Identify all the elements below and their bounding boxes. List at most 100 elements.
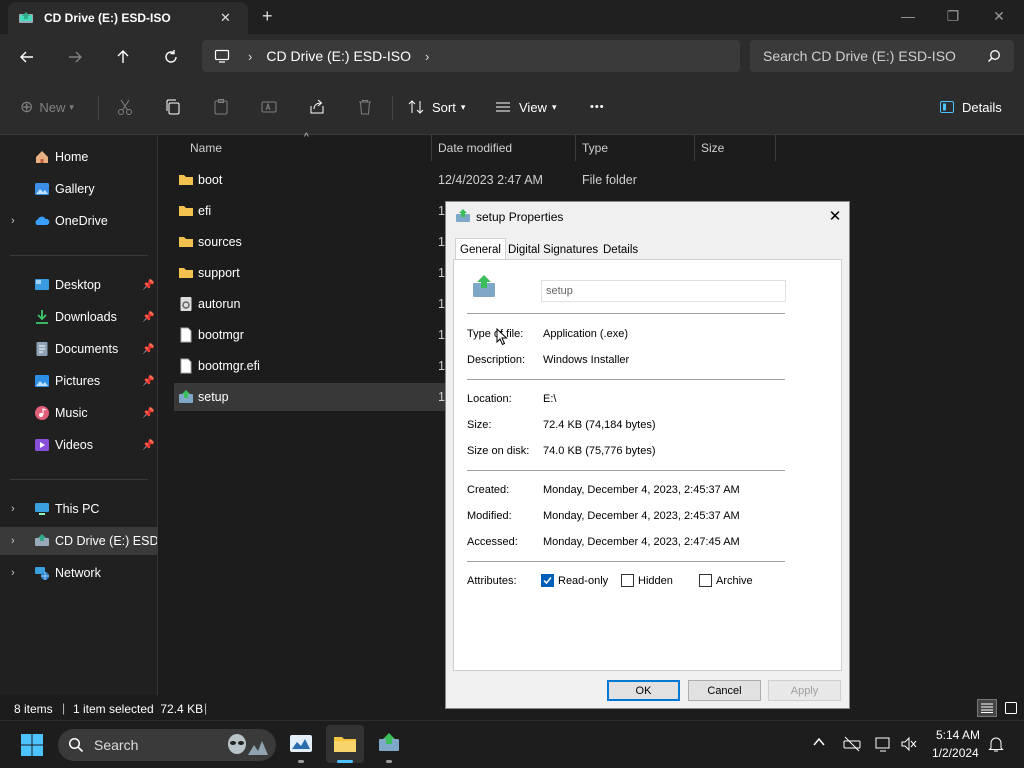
file-row[interactable]: boot 12/4/2023 2:47 AM File folder bbox=[174, 166, 637, 194]
tab-general[interactable]: General bbox=[455, 238, 506, 260]
chevron-right-icon[interactable]: › bbox=[425, 49, 429, 64]
sidebar-item-home[interactable]: Home bbox=[0, 143, 158, 171]
cancel-button[interactable]: Cancel bbox=[688, 680, 761, 701]
apply-button[interactable]: Apply bbox=[768, 680, 841, 701]
minimize-button[interactable]: — bbox=[885, 6, 931, 26]
close-button[interactable]: ✕ bbox=[976, 6, 1022, 26]
sidebar-item-videos[interactable]: Videos 📌 bbox=[0, 431, 158, 459]
more-options-button[interactable]: ••• bbox=[590, 95, 605, 119]
taskbar-app-task-manager[interactable] bbox=[288, 731, 314, 763]
tab-digital-signatures[interactable]: Digital Signatures bbox=[504, 240, 602, 260]
sidebar-item-desktop[interactable]: Desktop 📌 bbox=[0, 271, 158, 299]
checkbox-unchecked-icon bbox=[621, 574, 634, 587]
divider bbox=[467, 470, 785, 471]
tab-details[interactable]: Details bbox=[599, 240, 642, 260]
chevron-right-icon[interactable]: › bbox=[248, 49, 252, 64]
breadcrumb-cd-drive[interactable]: CD Drive (E:) ESD-ISO bbox=[266, 48, 411, 64]
tiles-view-button[interactable] bbox=[1002, 699, 1020, 717]
sidebar-item-downloads[interactable]: Downloads 📌 bbox=[0, 303, 158, 331]
chevron-right-icon[interactable]: › bbox=[11, 535, 15, 547]
pin-icon: 📌 bbox=[142, 343, 155, 355]
music-icon bbox=[34, 405, 50, 421]
drive-tray-icon[interactable] bbox=[843, 735, 861, 753]
address-bar[interactable]: › CD Drive (E:) ESD-ISO › bbox=[202, 40, 740, 72]
search-box[interactable] bbox=[750, 40, 1014, 72]
notification-bell-icon[interactable] bbox=[988, 735, 1004, 753]
search-input[interactable] bbox=[763, 48, 983, 64]
checkbox-unchecked-icon bbox=[699, 574, 712, 587]
sidebar-item-cd-drive[interactable]: › CD Drive (E:) ESD-ISO bbox=[0, 527, 158, 555]
ok-button[interactable]: OK bbox=[607, 680, 680, 701]
sidebar-item-documents[interactable]: Documents 📌 bbox=[0, 335, 158, 363]
download-icon bbox=[34, 309, 50, 325]
divider bbox=[467, 561, 785, 562]
back-button[interactable] bbox=[15, 46, 39, 68]
size-on-disk-label: Size on disk: bbox=[467, 445, 530, 457]
new-button[interactable]: ⊕ New ▾ bbox=[20, 95, 74, 119]
folder-icon bbox=[178, 265, 194, 281]
sidebar-item-pictures[interactable]: Pictures 📌 bbox=[0, 367, 158, 395]
search-icon bbox=[987, 49, 1001, 63]
folder-icon bbox=[178, 203, 194, 219]
toolbar-divider bbox=[392, 96, 393, 120]
search-highlight-icon bbox=[224, 731, 274, 759]
view-button[interactable]: View ▾ bbox=[494, 95, 556, 119]
sidebar-item-music[interactable]: Music 📌 bbox=[0, 399, 158, 427]
dialog-close-button[interactable]: ✕ bbox=[822, 206, 848, 226]
sidebar-item-this-pc[interactable]: › This PC bbox=[0, 495, 158, 523]
properties-dialog: setup Properties ✕ General Digital Signa… bbox=[445, 201, 850, 709]
details-view-icon bbox=[981, 703, 993, 713]
column-header-date[interactable]: Date modified bbox=[432, 135, 576, 161]
search-icon bbox=[68, 737, 84, 753]
copy-button[interactable] bbox=[164, 95, 182, 119]
command-bar: ⊕ New ▾ Sort ▾ View ▾ ••• Details bbox=[0, 80, 1024, 135]
cd-drive-icon bbox=[34, 533, 50, 549]
maximize-button[interactable]: ❐ bbox=[930, 6, 976, 26]
taskbar-app-setup[interactable] bbox=[377, 731, 403, 763]
view-list-icon bbox=[496, 102, 510, 112]
new-tab-button[interactable]: + bbox=[262, 6, 273, 27]
chevron-up-icon[interactable] bbox=[812, 735, 826, 749]
chevron-right-icon[interactable]: › bbox=[11, 215, 15, 227]
column-header-type[interactable]: Type bbox=[576, 135, 695, 161]
sort-button[interactable]: Sort ▾ bbox=[407, 95, 465, 119]
sidebar-item-onedrive[interactable]: › OneDrive bbox=[0, 207, 158, 235]
sidebar-item-gallery[interactable]: Gallery bbox=[0, 175, 158, 203]
tab-cd-drive[interactable]: CD Drive (E:) ESD-ISO ✕ bbox=[8, 2, 248, 34]
hidden-checkbox[interactable]: Hidden bbox=[621, 574, 673, 587]
start-button[interactable] bbox=[20, 733, 44, 757]
tab-title: CD Drive (E:) ESD-ISO bbox=[44, 11, 171, 25]
rename-button[interactable] bbox=[260, 95, 278, 119]
network-tray-icon[interactable] bbox=[874, 735, 892, 753]
details-pane-button[interactable]: Details bbox=[939, 95, 1002, 119]
created-value: Monday, December 4, 2023, 2:45:37 AM bbox=[543, 484, 740, 496]
cut-button[interactable] bbox=[116, 95, 134, 119]
volume-muted-icon[interactable] bbox=[900, 735, 918, 753]
running-indicator bbox=[386, 760, 392, 763]
filename-input[interactable] bbox=[541, 280, 786, 302]
clock-date[interactable]: 1/2/2024 bbox=[932, 746, 979, 760]
selection-info: 1 item selected 72.4 KB bbox=[73, 702, 204, 716]
delete-button[interactable] bbox=[356, 95, 374, 119]
archive-checkbox[interactable]: Archive bbox=[699, 574, 753, 587]
tab-close-icon[interactable]: ✕ bbox=[220, 10, 231, 26]
sidebar-item-network[interactable]: › Network bbox=[0, 559, 158, 587]
chevron-right-icon[interactable]: › bbox=[11, 567, 15, 579]
refresh-button[interactable] bbox=[159, 46, 183, 68]
share-button[interactable] bbox=[308, 95, 326, 119]
up-button[interactable] bbox=[111, 46, 135, 68]
paste-button[interactable] bbox=[212, 95, 230, 119]
readonly-checkbox[interactable]: Read-only bbox=[541, 574, 608, 587]
taskbar-search[interactable]: Search bbox=[58, 729, 276, 761]
cloud-icon bbox=[34, 213, 50, 229]
chevron-down-icon: ▾ bbox=[551, 101, 557, 112]
clock-time[interactable]: 5:14 AM bbox=[936, 728, 980, 742]
running-indicator bbox=[298, 760, 304, 763]
column-header-size[interactable]: Size bbox=[695, 135, 776, 161]
forward-button[interactable] bbox=[63, 46, 87, 68]
chevron-right-icon[interactable]: › bbox=[11, 503, 15, 515]
toolbar-divider bbox=[98, 96, 99, 120]
details-view-button[interactable] bbox=[977, 699, 997, 717]
taskbar-app-file-explorer[interactable] bbox=[326, 725, 364, 763]
column-header-name[interactable]: Name bbox=[174, 135, 432, 161]
